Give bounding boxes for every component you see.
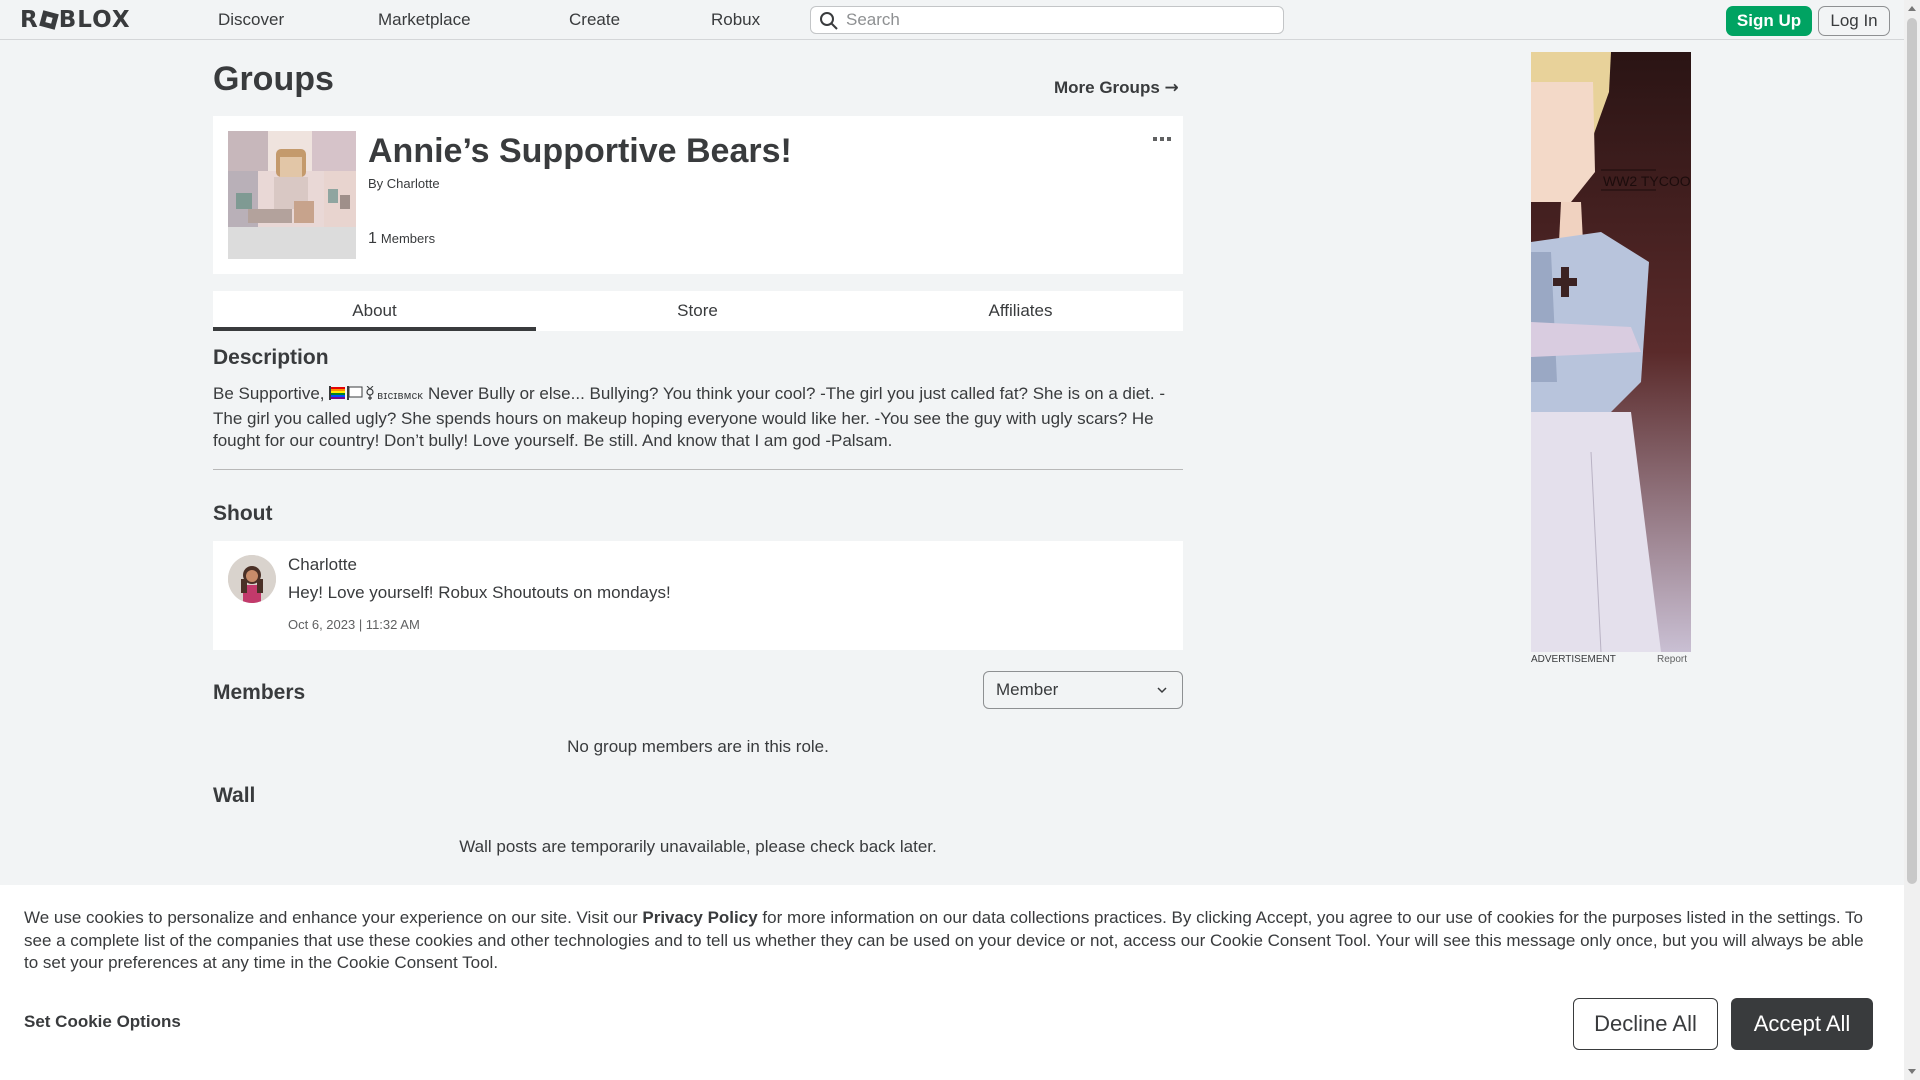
cookie-message: We use cookies to personalize and enhanc… xyxy=(24,907,1882,975)
member-count-number: 1 xyxy=(368,230,377,247)
group-tabs: About Store Affiliates xyxy=(213,291,1183,331)
member-count: 1 Members xyxy=(368,230,435,248)
by-label: By xyxy=(368,176,384,191)
group-description: Be Supportive, ʙɪcɪʙмcκ Never Bully or e… xyxy=(213,383,1183,453)
privacy-policy-link[interactable]: Privacy Policy xyxy=(642,908,757,927)
roblox-logo-icon xyxy=(38,10,59,30)
more-groups-label: More Groups xyxy=(1054,78,1160,97)
group-name: Annie’s Supportive Bears! xyxy=(368,132,792,170)
arrow-right-icon: → xyxy=(1164,78,1179,98)
description-small-text: ʙɪcɪʙмcκ xyxy=(377,390,424,402)
nav-marketplace[interactable]: Marketplace xyxy=(378,10,471,30)
top-navigation-bar: R BLOX Discover Marketplace Create Robux … xyxy=(0,0,1904,40)
member-count-label: Members xyxy=(380,231,436,246)
tab-about[interactable]: About xyxy=(213,291,536,331)
group-owner-line: By Charlotte xyxy=(368,176,440,191)
rainbow-flag-icon xyxy=(329,386,346,400)
role-selected-value: Member xyxy=(996,680,1059,699)
log-in-button[interactable]: Log In xyxy=(1818,6,1890,36)
search-box[interactable] xyxy=(810,6,1284,34)
shout-message: Hey! Love yourself! Robux Shoutouts on m… xyxy=(288,583,671,602)
scroll-thumb[interactable] xyxy=(1907,18,1917,884)
gender-symbol-icon xyxy=(366,386,374,400)
advertisement-banner[interactable]: WW2 TYCOON xyxy=(1531,52,1691,652)
members-empty-message: No group members are in this role. xyxy=(567,737,829,756)
nav-robux[interactable]: Robux xyxy=(711,10,760,30)
report-ad-link[interactable]: Report xyxy=(1657,654,1687,665)
cookie-consent-banner: We use cookies to personalize and enhanc… xyxy=(0,885,1904,1080)
group-owner-link[interactable]: Charlotte xyxy=(387,176,440,191)
chevron-down-icon xyxy=(1157,687,1167,694)
role-dropdown[interactable]: Member xyxy=(983,671,1183,709)
advertisement-label: ADVERTISEMENT xyxy=(1531,654,1616,665)
set-cookie-options-link[interactable]: Set Cookie Options xyxy=(24,1012,181,1032)
group-emblem[interactable] xyxy=(228,131,356,259)
ad-text: WW2 TYCOON xyxy=(1603,173,1691,189)
page-title: Groups xyxy=(213,60,334,98)
tab-store[interactable]: Store xyxy=(536,291,859,331)
roblox-logo[interactable]: R BLOX xyxy=(20,6,131,34)
nav-create[interactable]: Create xyxy=(569,10,620,30)
scroll-up-arrow-icon[interactable] xyxy=(1908,6,1916,11)
shout-author[interactable]: Charlotte xyxy=(288,555,357,575)
description-text-start: Be Supportive, xyxy=(213,384,330,403)
page-scrollbar[interactable] xyxy=(1904,0,1920,1080)
sign-up-button[interactable]: Sign Up xyxy=(1726,6,1812,36)
scroll-down-arrow-icon[interactable] xyxy=(1908,1069,1916,1074)
group-header-card: Annie’s Supportive Bears! By Charlotte 1… xyxy=(213,116,1183,274)
nav-discover[interactable]: Discover xyxy=(218,10,284,30)
section-divider xyxy=(213,469,1183,470)
shout-card: Charlotte Hey! Love yourself! Robux Shou… xyxy=(213,541,1183,650)
members-heading: Members xyxy=(213,681,306,704)
white-flag-icon xyxy=(347,386,363,400)
search-input[interactable] xyxy=(844,9,1274,31)
cookie-text-before: We use cookies to personalize and enhanc… xyxy=(24,908,643,927)
shout-heading: Shout xyxy=(213,502,273,525)
accept-all-button[interactable]: Accept All xyxy=(1731,998,1873,1050)
wall-unavailable-message: Wall posts are temporarily unavailable, … xyxy=(459,837,937,856)
avatar[interactable] xyxy=(228,555,276,603)
more-options-icon[interactable] xyxy=(1152,130,1172,141)
tab-affiliates[interactable]: Affiliates xyxy=(859,291,1182,331)
wall-heading: Wall xyxy=(213,784,256,807)
description-heading: Description xyxy=(213,346,329,369)
more-groups-link[interactable]: More Groups → xyxy=(1054,78,1179,98)
shout-timestamp: Oct 6, 2023 | 11:32 AM xyxy=(288,617,420,632)
search-icon[interactable] xyxy=(819,11,839,31)
decline-all-button[interactable]: Decline All xyxy=(1573,998,1718,1050)
